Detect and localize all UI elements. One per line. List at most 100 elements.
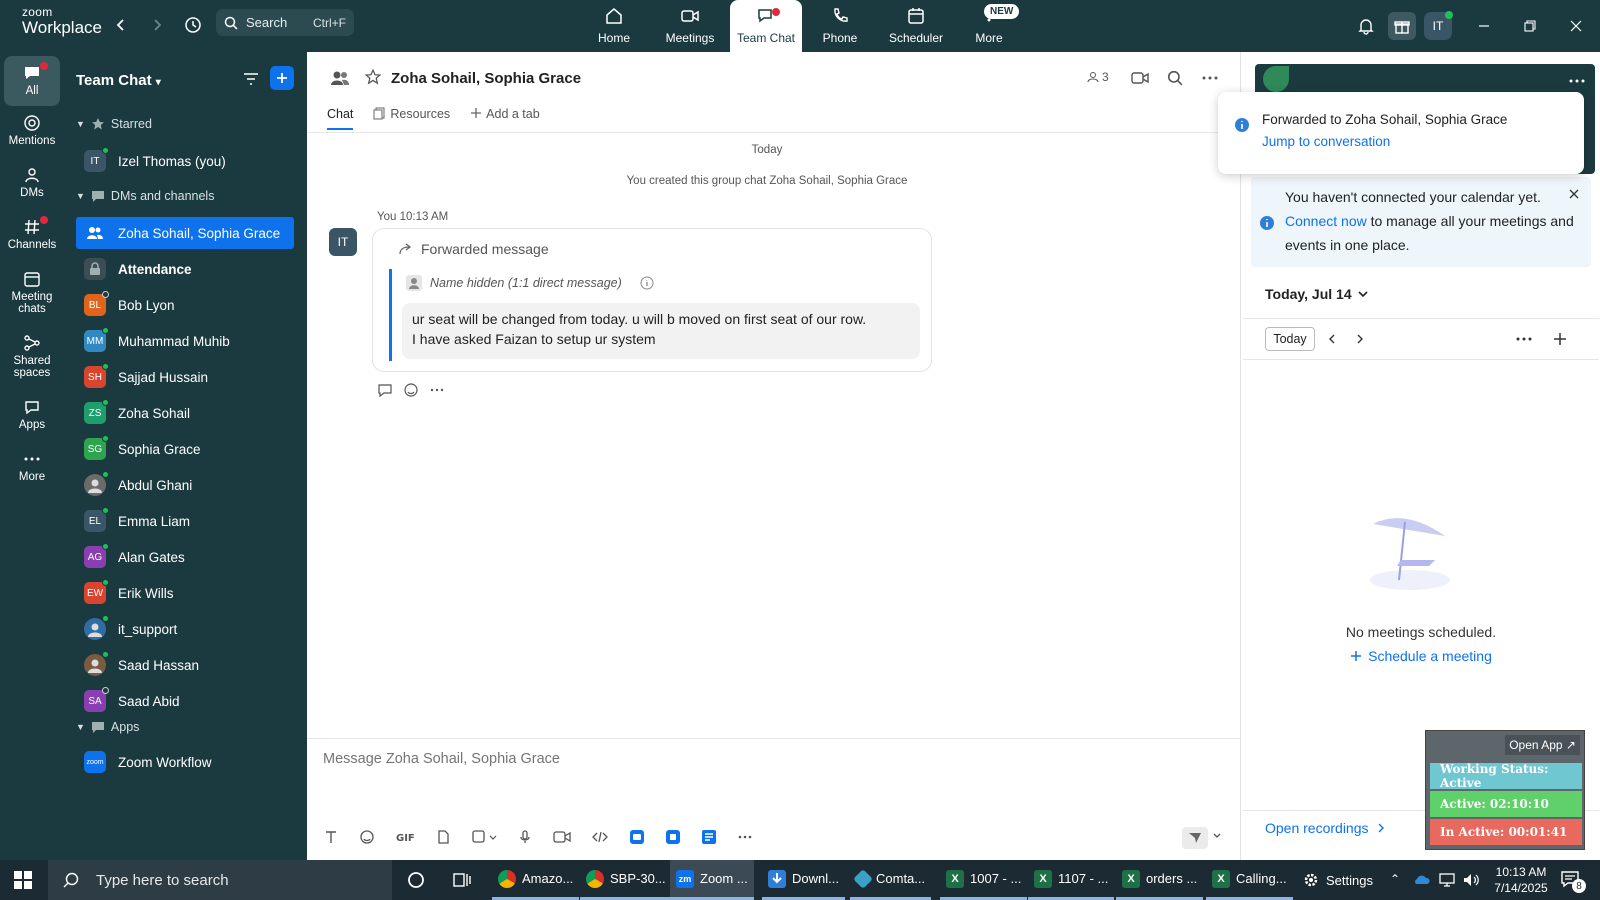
rail-dms[interactable]: DMs: [4, 166, 60, 199]
taskbar-app-settings[interactable]: Settings: [1296, 860, 1379, 900]
sidebar-item-sajjad-hussain[interactable]: SH Sajjad Hussain: [76, 361, 294, 393]
sidebar-item-izel-thomas[interactable]: IT Izel Thomas (you): [76, 145, 294, 177]
sidebar-item-it-support[interactable]: it_support: [76, 613, 294, 645]
video-call-icon[interactable]: [1131, 70, 1149, 86]
user-avatar[interactable]: IT: [1424, 11, 1453, 40]
next-day-icon[interactable]: [1355, 334, 1365, 344]
volume-icon[interactable]: [1462, 872, 1480, 888]
sidebar-item-sophia-grace[interactable]: SG Sophia Grace: [76, 433, 294, 465]
sidebar-item-muhammad-muhib[interactable]: MM Muhammad Muhib: [76, 325, 294, 357]
taskbar-app-1007[interactable]: X 1007 - ...: [940, 860, 1028, 900]
rail-more[interactable]: More: [4, 450, 60, 483]
section-dms-channels[interactable]: ▼ DMs and channels: [76, 189, 214, 203]
open-recordings-link[interactable]: Open recordings: [1265, 820, 1385, 836]
taskbar-app-calling[interactable]: X Calling...: [1206, 860, 1293, 900]
windows-start-icon[interactable]: [14, 871, 32, 889]
notification-center-icon[interactable]: 8: [1560, 869, 1586, 893]
taskbar-app-1107[interactable]: X 1107 - ...: [1028, 860, 1115, 900]
sidebar-item-zoom-workflow[interactable]: zoom Zoom Workflow: [76, 746, 294, 778]
more-icon[interactable]: [429, 382, 445, 398]
gif-icon[interactable]: GIF: [395, 829, 415, 845]
taskbar-app-orders[interactable]: Xorders ...: [1116, 860, 1204, 900]
sidebar-title[interactable]: Team Chat ▾: [76, 72, 161, 89]
send-button[interactable]: [1182, 827, 1208, 849]
taskbar-app-zoom[interactable]: zm Zoom ...: [670, 860, 754, 900]
taskbar-search[interactable]: Type here to search: [48, 860, 392, 900]
prev-day-icon[interactable]: [1327, 334, 1337, 344]
cortana-icon[interactable]: [406, 870, 426, 890]
sidebar-item-alan-gates[interactable]: AG Alan Gates: [76, 541, 294, 573]
send-options-chevron-icon[interactable]: [1212, 831, 1222, 841]
restore-icon[interactable]: [1516, 12, 1544, 40]
open-app-button[interactable]: Open App ↗: [1505, 735, 1580, 755]
sidebar-item-saad-abid[interactable]: SA Saad Abid: [76, 685, 294, 717]
close-icon[interactable]: [1569, 189, 1579, 199]
sidebar-item-bob-lyon[interactable]: BL Bob Lyon: [76, 289, 294, 321]
more-icon[interactable]: [1515, 336, 1533, 342]
system-clock[interactable]: 10:13 AM 7/14/2025: [1486, 864, 1556, 896]
tab-home[interactable]: Home: [594, 0, 634, 52]
search-icon[interactable]: [1167, 70, 1183, 86]
rail-meeting-chats[interactable]: Meeting chats: [4, 270, 60, 315]
member-count[interactable]: 3: [1087, 70, 1109, 84]
microphone-icon[interactable]: [517, 829, 533, 845]
section-apps[interactable]: ▼ Apps: [76, 720, 139, 734]
filter-icon[interactable]: [242, 70, 260, 88]
emoji-reaction-icon[interactable]: [403, 382, 419, 398]
rail-mentions[interactable]: Mentions: [4, 114, 60, 147]
forward-arrow-icon[interactable]: [146, 14, 168, 36]
schedule-meeting-link[interactable]: Schedule a meeting: [1241, 648, 1600, 664]
sidebar-item-abdul-ghani[interactable]: Abdul Ghani: [76, 469, 294, 501]
add-event-icon[interactable]: [1553, 332, 1567, 346]
show-hidden-icons[interactable]: ⌃: [1390, 872, 1400, 886]
more-icon[interactable]: [737, 829, 753, 845]
screenshot-icon[interactable]: [471, 829, 497, 845]
sidebar-item-zoha-sohail[interactable]: ZS Zoha Sohail: [76, 397, 294, 429]
today-button[interactable]: Today: [1265, 327, 1315, 351]
taskbar-app-comta[interactable]: Comta...: [850, 860, 932, 900]
date-selector[interactable]: Today, Jul 14: [1265, 286, 1368, 302]
taskbar-app-downl[interactable]: Downl...: [762, 860, 845, 900]
sidebar-item-zoha-sohail-sophia-grace[interactable]: Zoha Sohail, Sophia Grace: [76, 217, 294, 249]
bell-icon[interactable]: [1352, 12, 1380, 40]
jump-to-conversation-link[interactable]: Jump to conversation: [1262, 134, 1390, 149]
tab-team-chat[interactable]: Team Chat: [730, 0, 802, 52]
tab-add[interactable]: Add a tab: [470, 107, 540, 130]
taskbar-app-amazo[interactable]: Amazo...: [492, 860, 580, 900]
app-c-icon[interactable]: [701, 829, 717, 845]
new-chat-button[interactable]: [270, 66, 294, 90]
rail-channels[interactable]: Channels: [4, 216, 60, 251]
emoji-icon[interactable]: [359, 829, 375, 845]
tab-scheduler[interactable]: Scheduler: [888, 0, 944, 52]
more-icon[interactable]: [1569, 78, 1585, 84]
rail-apps[interactable]: Apps: [4, 398, 60, 431]
app-a-icon[interactable]: [629, 829, 645, 845]
rail-all[interactable]: All: [4, 56, 60, 106]
sidebar-item-emma-liam[interactable]: EL Emma Liam: [76, 505, 294, 537]
task-view-icon[interactable]: [452, 870, 472, 890]
sidebar-item-erik-wills[interactable]: EW Erik Wills: [76, 577, 294, 609]
info-icon[interactable]: [640, 276, 654, 290]
message-input[interactable]: [323, 747, 1203, 771]
back-arrow-icon[interactable]: [110, 14, 132, 36]
tab-chat[interactable]: Chat: [327, 107, 354, 130]
sidebar-item-saad-hassan[interactable]: Saad Hassan: [76, 649, 294, 681]
tab-meetings[interactable]: Meetings: [662, 0, 718, 52]
text-format-icon[interactable]: [323, 829, 339, 845]
rail-shared-spaces[interactable]: Shared spaces: [4, 334, 60, 379]
code-snippet-icon[interactable]: [591, 829, 609, 845]
tab-phone[interactable]: Phone: [818, 0, 862, 52]
tab-resources[interactable]: Resources: [373, 107, 450, 130]
sidebar-item-attendance[interactable]: Attendance: [76, 253, 294, 285]
network-icon[interactable]: [1438, 872, 1456, 888]
sender-avatar[interactable]: IT: [329, 228, 357, 256]
close-icon[interactable]: [1562, 12, 1590, 40]
connect-now-link[interactable]: Connect now: [1285, 213, 1367, 229]
more-options-icon[interactable]: [1201, 70, 1219, 86]
history-icon[interactable]: [182, 14, 204, 36]
video-message-icon[interactable]: [553, 829, 571, 845]
reply-icon[interactable]: [377, 382, 393, 398]
section-starred[interactable]: ▼ Starred: [76, 117, 152, 131]
taskbar-app-sbp-30[interactable]: SBP-30...: [580, 860, 672, 900]
minimize-icon[interactable]: [1470, 12, 1498, 40]
